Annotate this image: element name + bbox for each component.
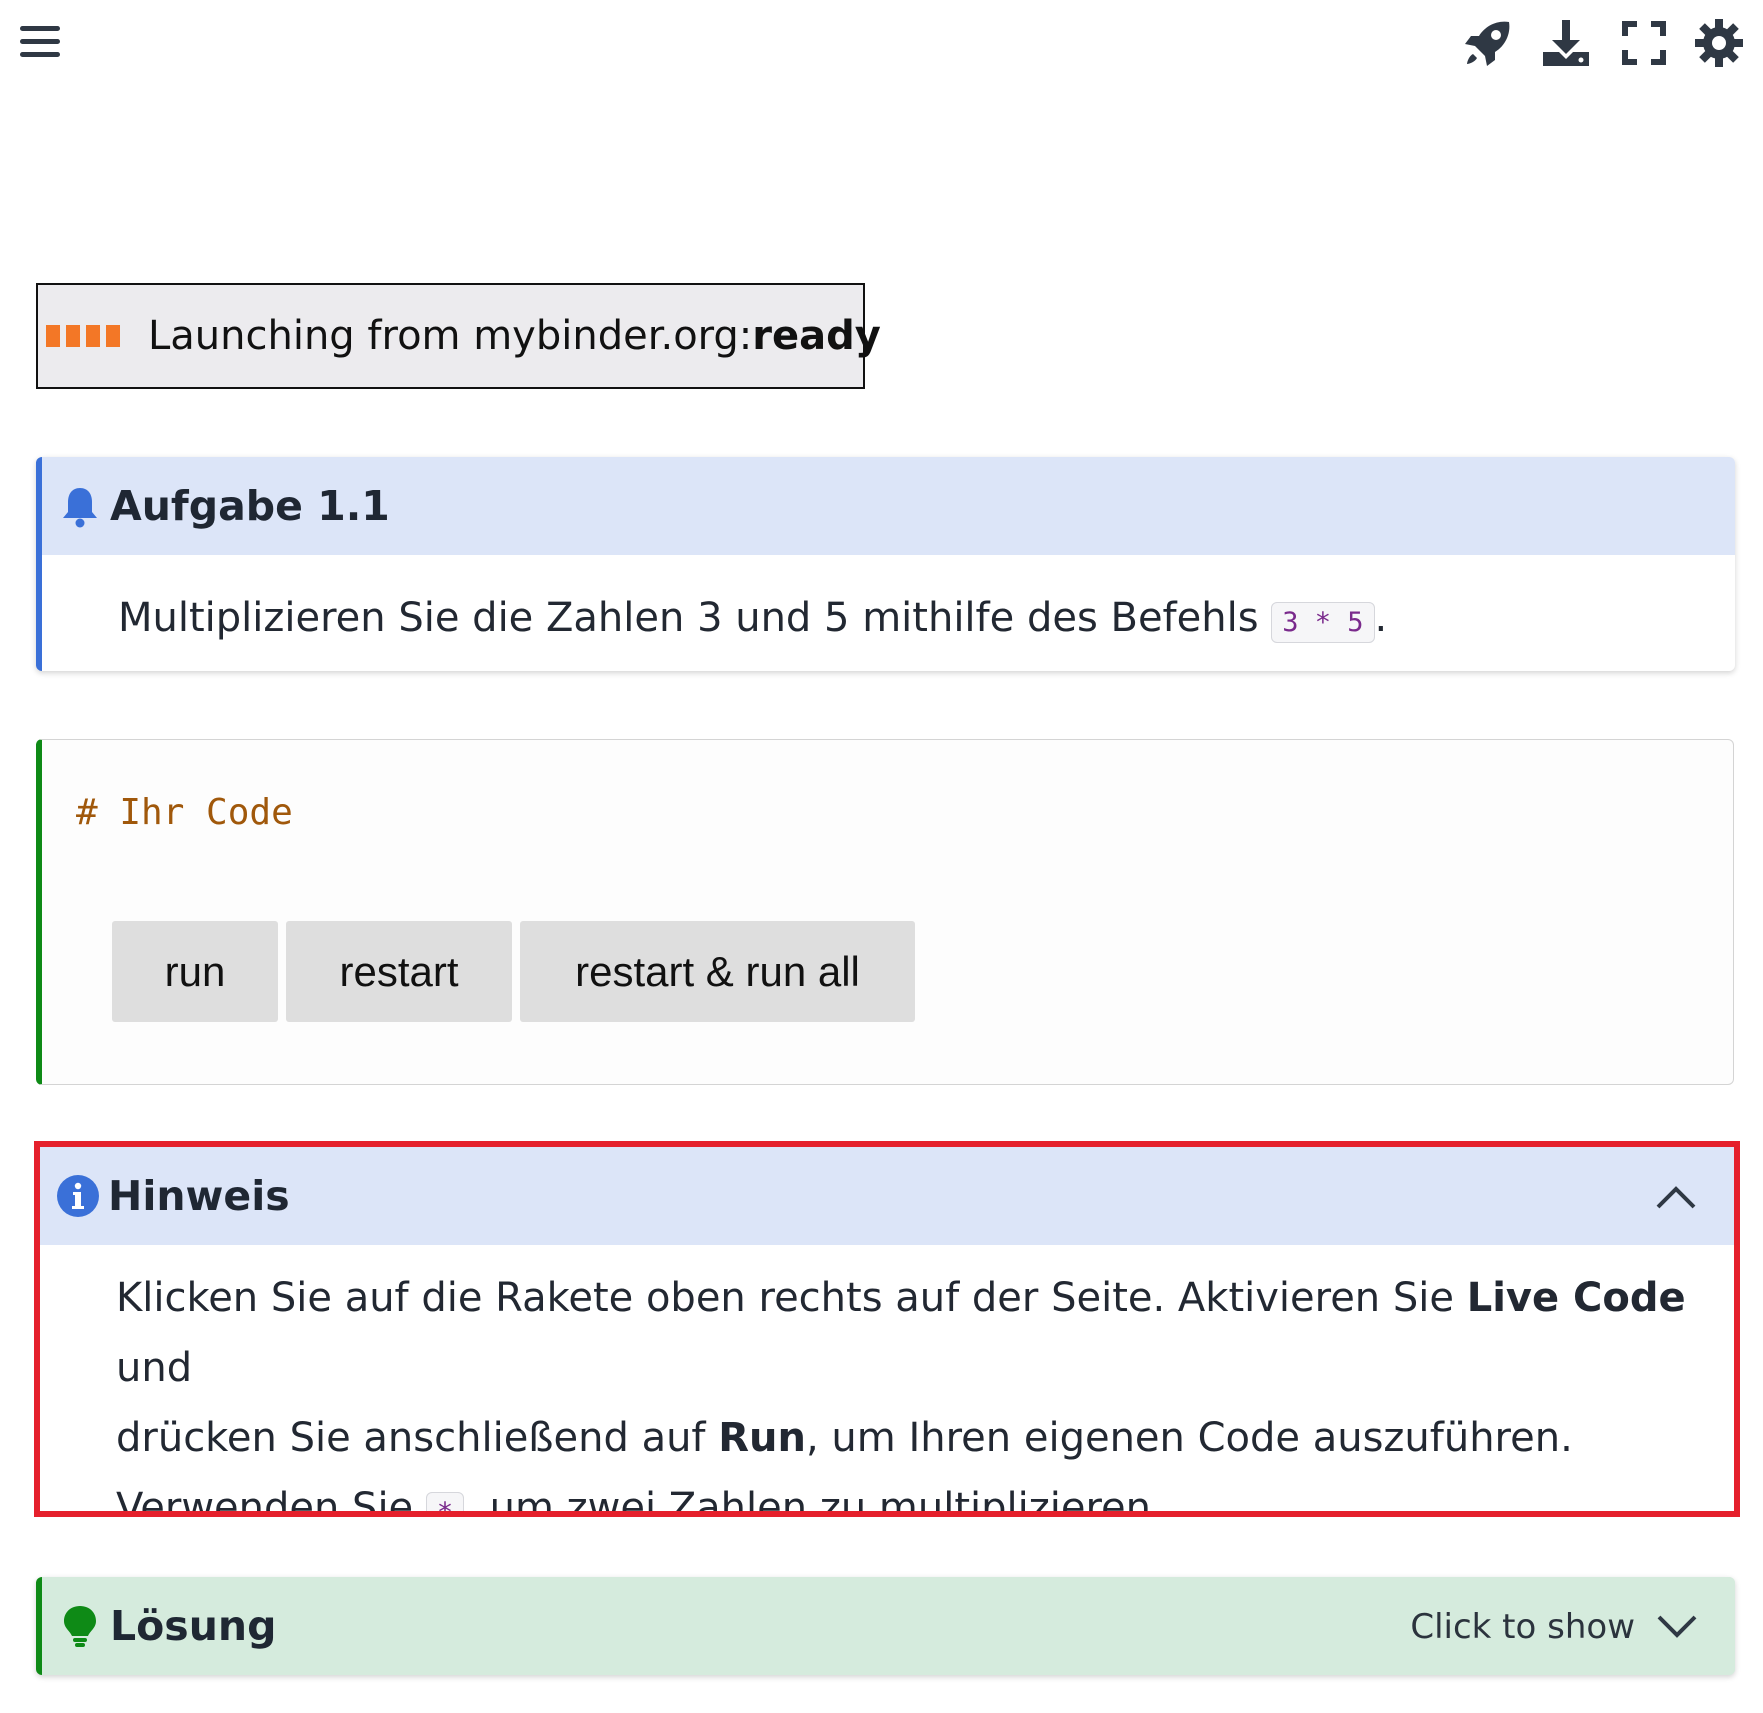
task-admonition: Aufgabe 1.1 Multiplizieren Sie die Zahle… [36,457,1735,671]
status-prefix: Launching from mybinder.org: [148,313,753,359]
run-button[interactable]: run [112,921,278,1022]
click-to-show-label[interactable]: Click to show [1410,1607,1635,1647]
solution-header[interactable]: Lösung Click to show [42,1577,1735,1675]
status-value: ready [752,313,881,359]
solution-admonition[interactable]: Lösung Click to show [36,1577,1735,1675]
rocket-icon[interactable] [1461,16,1515,70]
task-body: Multiplizieren Sie die Zahlen 3 und 5 mi… [42,555,1735,653]
code-editor[interactable]: # Ihr Code [76,792,293,833]
restart-run-all-button[interactable]: restart & run all [520,921,915,1022]
launch-progress-icon [46,325,120,347]
top-toolbar [0,0,1763,90]
fullscreen-icon[interactable] [1617,16,1671,70]
menu-icon[interactable] [20,22,62,62]
download-icon[interactable] [1539,16,1593,70]
gear-icon[interactable] [1692,16,1746,70]
task-text-end: . [1374,595,1388,641]
task-header: Aufgabe 1.1 [42,457,1735,555]
highlight-frame [34,1141,1740,1517]
task-title: Aufgabe 1.1 [110,482,390,530]
restart-button[interactable]: restart [286,921,512,1022]
lightbulb-icon [58,1604,102,1648]
chevron-down-icon[interactable] [1655,1605,1699,1645]
bell-icon [58,484,102,528]
solution-title: Lösung [110,1602,277,1650]
thebe-status-bar: Launching from mybinder.org: ready [36,283,881,389]
code-cell[interactable]: # Ihr Code run restart restart & run all [36,739,1734,1085]
task-text: Multiplizieren Sie die Zahlen 3 und 5 mi… [118,595,1272,641]
task-code: 3 * 5 [1271,602,1375,643]
